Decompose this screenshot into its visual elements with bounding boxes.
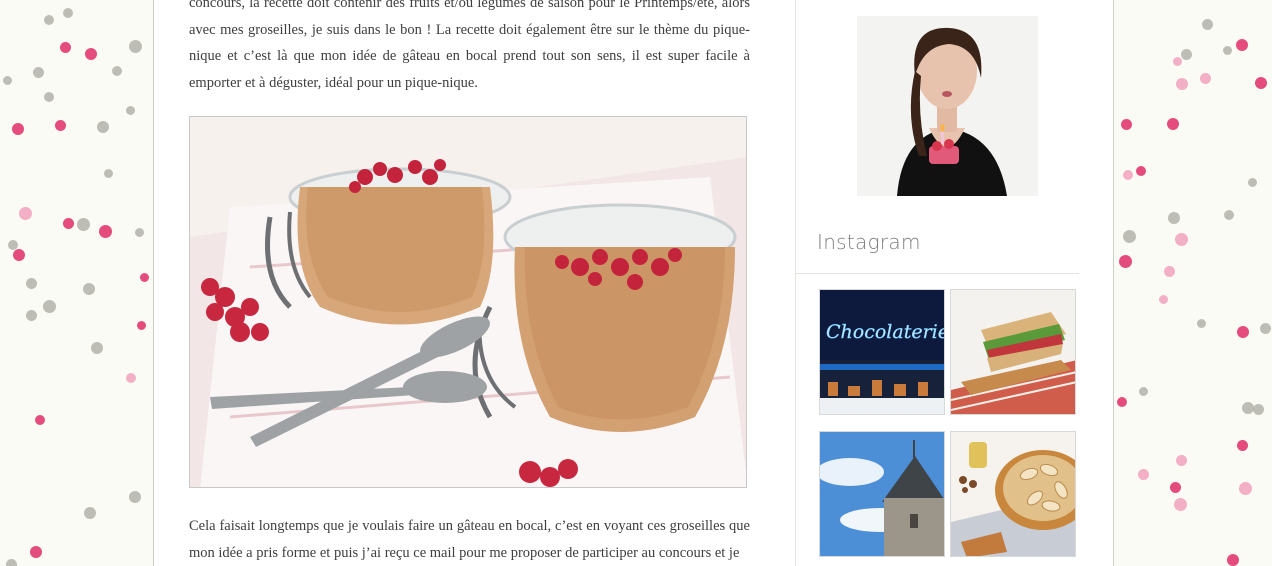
polka-dot	[44, 15, 54, 25]
polka-dot	[30, 546, 42, 558]
polka-dot	[55, 120, 66, 131]
polka-dot	[1242, 402, 1254, 414]
polka-dot	[1253, 404, 1264, 415]
background-pattern-right	[1115, 0, 1272, 566]
polka-dot	[1168, 212, 1180, 224]
polka-dot	[12, 123, 24, 135]
instagram-thumb-tower[interactable]	[819, 431, 945, 557]
polka-dot	[1236, 39, 1248, 51]
polka-dot	[1174, 498, 1187, 511]
polka-dot	[3, 76, 12, 85]
post-paragraph: Cela faisait longtemps que je voulais fa…	[189, 518, 750, 561]
polka-dot	[13, 249, 25, 261]
polka-dot	[137, 321, 146, 330]
polka-dot	[8, 240, 18, 250]
polka-dot	[1255, 77, 1267, 89]
jar-cake-illustration	[190, 117, 746, 487]
neon-sign-text: Chocolaterie	[826, 321, 945, 343]
page-content: concours, la recette doit contenir des f…	[153, 0, 1114, 566]
polka-dot	[126, 373, 136, 383]
polka-dot	[1260, 323, 1271, 334]
polka-dot	[126, 106, 135, 115]
polka-dot	[26, 278, 37, 289]
polka-dot	[63, 8, 73, 18]
polka-dot	[135, 228, 144, 237]
polka-dot	[1119, 255, 1132, 268]
post-photo-cake-jars[interactable]	[189, 116, 747, 488]
author-portrait-illustration	[857, 16, 1038, 196]
polka-dot	[129, 491, 141, 503]
polka-dot	[84, 507, 96, 519]
polka-dot	[19, 207, 32, 220]
polka-dot	[1164, 266, 1175, 277]
polka-dot	[35, 415, 45, 425]
instagram-thumb-sandwich[interactable]	[950, 289, 1076, 415]
polka-dot	[1121, 119, 1132, 130]
polka-dot	[6, 559, 17, 566]
post-paragraph: concours, la recette doit contenir des f…	[189, 0, 750, 91]
polka-dot	[1123, 230, 1136, 243]
polka-dot	[1223, 46, 1232, 55]
instagram-thumb-tart[interactable]	[950, 431, 1076, 557]
polka-dot	[83, 283, 95, 295]
polka-dot	[1239, 482, 1252, 495]
pear-tart-illustration	[951, 432, 1075, 556]
polka-dot	[1181, 49, 1192, 60]
polka-dot	[1248, 178, 1257, 187]
polka-dot	[1237, 440, 1248, 451]
polka-dot	[1170, 482, 1181, 493]
polka-dot	[91, 342, 103, 354]
polka-dot	[1176, 455, 1187, 466]
chocolaterie-neon-illustration: Chocolaterie	[820, 290, 945, 414]
polka-dot	[1167, 118, 1179, 130]
polka-dot	[63, 218, 74, 229]
polka-dot	[26, 310, 37, 321]
instagram-widget-title: Instagram	[817, 230, 921, 254]
polka-dot	[1136, 166, 1146, 176]
polka-dot	[1200, 73, 1211, 84]
polka-dot	[1227, 554, 1239, 566]
polka-dot	[43, 300, 56, 313]
background-pattern-left	[0, 0, 153, 566]
polka-dot	[77, 218, 90, 231]
polka-dot	[104, 169, 113, 178]
polka-dot	[97, 121, 109, 133]
sandwich-illustration	[951, 290, 1075, 414]
polka-dot	[1175, 233, 1188, 246]
polka-dot	[1237, 326, 1249, 338]
polka-dot	[1173, 57, 1182, 66]
polka-dot	[1202, 19, 1213, 30]
sidebar-divider	[795, 0, 796, 566]
polka-dot	[1159, 295, 1168, 304]
widget-divider	[796, 273, 1079, 274]
polka-dot	[1139, 387, 1148, 396]
polka-dot	[129, 40, 142, 53]
instagram-thumb-chocolaterie[interactable]: Chocolaterie	[819, 289, 945, 415]
polka-dot	[1176, 78, 1188, 90]
polka-dot	[1197, 319, 1206, 328]
polka-dot	[44, 92, 54, 102]
polka-dot	[1123, 170, 1133, 180]
polka-dot	[99, 225, 112, 238]
author-photo[interactable]	[857, 16, 1038, 196]
polka-dot	[33, 67, 44, 78]
polka-dot	[1224, 210, 1234, 220]
polka-dot	[1138, 469, 1149, 480]
polka-dot	[1117, 397, 1127, 407]
castle-tower-illustration	[820, 432, 944, 556]
polka-dot	[140, 273, 149, 282]
polka-dot	[60, 42, 71, 53]
polka-dot	[112, 66, 122, 76]
polka-dot	[85, 48, 97, 60]
